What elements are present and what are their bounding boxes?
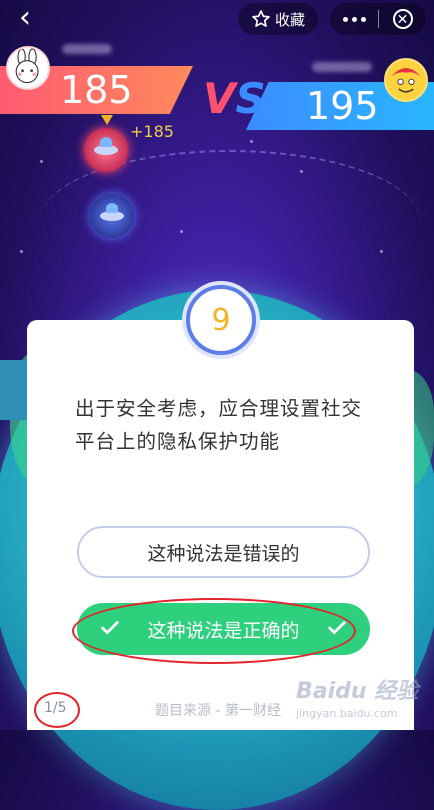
answer-option-true[interactable]: 这种说法是正确的 — [77, 603, 370, 655]
chevron-left-icon: ‹ — [19, 0, 31, 35]
left-player-ufo-icon — [84, 128, 128, 172]
answer-option-false[interactable]: 这种说法是错误的 — [77, 526, 370, 578]
position-marker-icon — [101, 115, 113, 125]
left-player-name — [62, 44, 112, 54]
question-card — [27, 320, 414, 730]
answer-option-label: 这种说法是错误的 — [147, 542, 300, 565]
favorite-button[interactable]: 收藏 — [238, 3, 318, 35]
favorite-label: 收藏 — [274, 10, 305, 29]
right-player-avatar[interactable] — [384, 58, 428, 102]
vs-emblem: VS — [203, 74, 266, 123]
right-player-ufo-icon — [90, 194, 134, 238]
question-number-badge: 9 — [186, 285, 256, 355]
left-player-score: 185 — [60, 68, 133, 112]
more-dots-icon — [342, 16, 348, 22]
question-source: 题目来源 - 第一财经 — [155, 703, 281, 719]
close-circle-icon: ✕ — [392, 9, 413, 29]
vs-letter-s: S — [235, 74, 266, 123]
answer-option-label: 这种说法是正确的 — [147, 619, 300, 642]
building-decoration — [0, 360, 30, 420]
right-player-score: 195 — [306, 84, 379, 128]
star-outline-icon — [252, 10, 270, 27]
score-gain: +185 — [130, 122, 174, 141]
mini-program-capsule: ✕ — [330, 3, 426, 35]
check-icon — [328, 621, 346, 635]
back-button[interactable]: ‹ — [10, 3, 40, 35]
close-button[interactable]: ✕ — [379, 3, 426, 35]
left-player-avatar[interactable] — [6, 46, 50, 90]
watermark-logo: Baidu 经验 — [296, 679, 419, 704]
more-button[interactable] — [330, 3, 378, 35]
check-icon — [101, 621, 119, 635]
question-progress: 1/5 — [44, 700, 67, 716]
right-player-name — [312, 62, 372, 72]
watermark: Baidu 经验 jingyan.baidu.com — [296, 673, 434, 729]
question-text: 出于安全考虑，应合理设置社交平台上的隐私保护功能 — [75, 397, 363, 453]
vs-letter-v: V — [203, 74, 236, 123]
cartoon-avatar-icon — [391, 67, 421, 97]
rabbit-avatar-icon — [15, 48, 39, 84]
watermark-url: jingyan.baidu.com — [296, 707, 398, 720]
